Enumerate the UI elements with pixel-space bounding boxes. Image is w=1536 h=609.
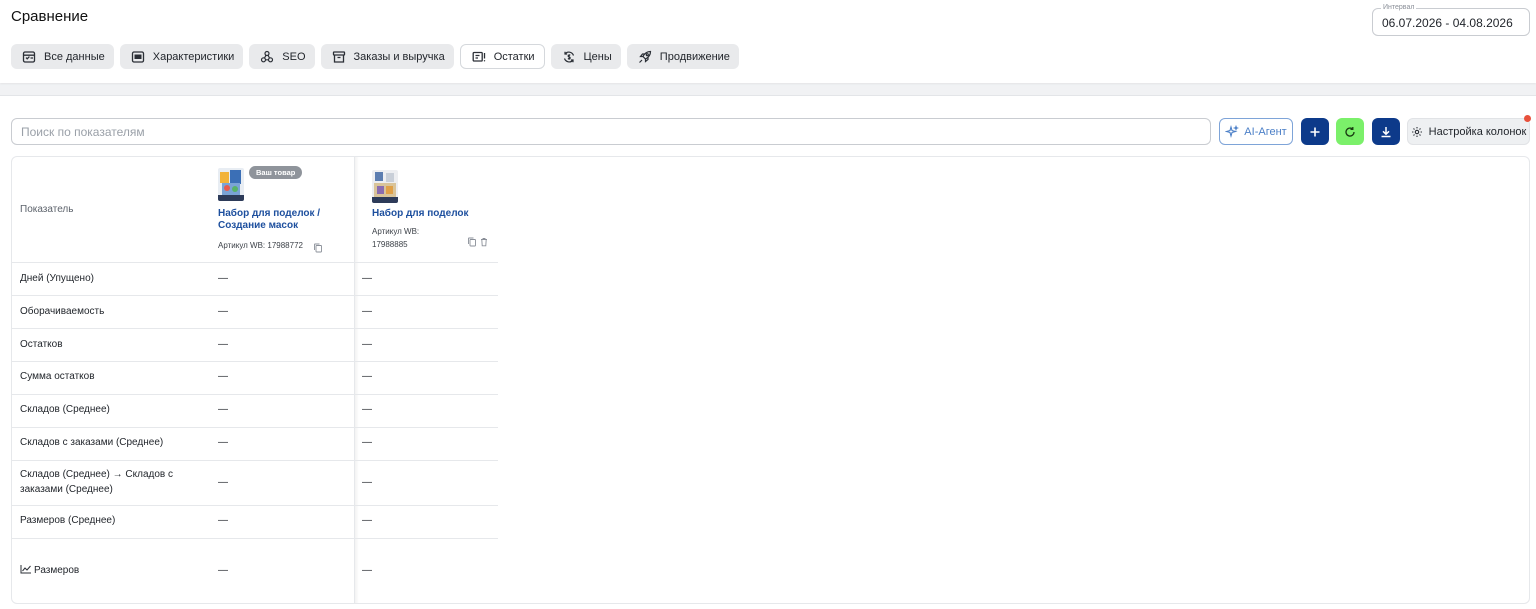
row-value: — bbox=[218, 565, 228, 576]
row-value: — bbox=[362, 515, 372, 526]
product-title-line: Создание масок bbox=[218, 220, 299, 231]
your-product-badge: Ваш товар bbox=[249, 166, 303, 179]
table-icon bbox=[22, 50, 36, 64]
row-label: Размеров bbox=[20, 563, 79, 578]
tab-promotion[interactable]: Продвижение bbox=[626, 44, 739, 69]
molecule-icon bbox=[260, 50, 274, 64]
tab-label: Заказы и выручка bbox=[353, 50, 445, 63]
row-label: Оборачиваемость bbox=[20, 306, 105, 317]
row-label: Складов (Среднее) bbox=[20, 404, 110, 415]
tab-all-data[interactable]: Все данные bbox=[11, 44, 114, 69]
price-refresh-icon bbox=[562, 50, 576, 64]
stock-alert-icon bbox=[472, 50, 486, 64]
tab-label: Все данные bbox=[44, 50, 105, 63]
row-label-line: Складов (Среднее) → Складов с bbox=[20, 469, 174, 480]
table-row: Размеров (Среднее) — — bbox=[12, 506, 498, 539]
tab-stocks[interactable]: Остатки bbox=[459, 44, 545, 69]
product-thumbnail[interactable] bbox=[372, 170, 398, 203]
download-button[interactable] bbox=[1372, 118, 1400, 145]
row-label: Дней (Упущено) bbox=[20, 273, 94, 284]
column-settings-label: Настройка колонок bbox=[1428, 125, 1527, 138]
row-value: — bbox=[218, 515, 228, 526]
copy-icon[interactable] bbox=[313, 240, 323, 253]
page-title: Сравнение bbox=[11, 8, 89, 25]
row-label: Размеров (Среднее) bbox=[20, 515, 116, 526]
row-label-line: заказами (Среднее) bbox=[20, 484, 113, 495]
tabs: Все данные Характеристики SEO Заказы и в… bbox=[11, 44, 745, 69]
table-row: Оборачиваемость — — bbox=[12, 296, 498, 329]
row-label: Складов (Среднее) → Складов с заказами (… bbox=[20, 467, 173, 497]
table-row: Складов (Среднее) — — bbox=[12, 395, 498, 428]
table-row: Складов с заказами (Среднее) — — bbox=[12, 428, 498, 461]
sparkle-icon bbox=[1225, 124, 1244, 139]
refresh-icon bbox=[1343, 125, 1357, 139]
interval-value: 06.07.2026 - 04.08.2026 bbox=[1382, 16, 1513, 30]
search-input[interactable] bbox=[11, 118, 1211, 145]
row-value: — bbox=[362, 371, 372, 382]
row-value: — bbox=[362, 437, 372, 448]
row-value: — bbox=[218, 371, 228, 382]
interval-picker[interactable]: Интервал 06.07.2026 - 04.08.2026 bbox=[1372, 3, 1530, 36]
table-row: Сумма остатков — — bbox=[12, 362, 498, 395]
row-value: — bbox=[218, 306, 228, 317]
add-product-button[interactable] bbox=[1301, 118, 1329, 145]
plus-icon bbox=[1308, 125, 1322, 139]
trash-icon[interactable] bbox=[479, 234, 489, 247]
row-value: — bbox=[362, 404, 372, 415]
row-value: — bbox=[362, 273, 372, 284]
ai-agent-button[interactable]: AI-Агент bbox=[1219, 118, 1293, 145]
row-label: Сумма остатков bbox=[20, 371, 95, 382]
table-row: Остатков — — bbox=[12, 329, 498, 362]
ai-agent-label: AI-Агент bbox=[1244, 125, 1287, 138]
row-value: — bbox=[362, 565, 372, 576]
product-article: Артикул WB: 17988772 bbox=[218, 241, 303, 250]
row-label-text: Размеров bbox=[34, 565, 80, 576]
refresh-button[interactable] bbox=[1336, 118, 1364, 145]
table-row: Размеров — — bbox=[12, 539, 498, 603]
product-thumbnail[interactable] bbox=[218, 168, 244, 201]
copy-icon[interactable] bbox=[467, 234, 477, 247]
table-row: Дней (Упущено) — — bbox=[12, 263, 498, 296]
gear-icon bbox=[1411, 126, 1429, 138]
header-indicator-label: Показатель bbox=[20, 204, 74, 215]
product-article: Артикул WB: 17988885 bbox=[372, 225, 419, 251]
row-value: — bbox=[218, 437, 228, 448]
box-icon bbox=[332, 50, 346, 64]
comparison-table: Показатель Ваш товар Набор для поделок /… bbox=[11, 156, 1530, 604]
product-title-link[interactable]: Набор для поделок bbox=[372, 208, 469, 220]
product-title-line: Набор для поделок / bbox=[218, 208, 321, 219]
row-label: Остатков bbox=[20, 339, 63, 350]
row-value: — bbox=[218, 404, 228, 415]
product-article-line: 17988885 bbox=[372, 240, 408, 249]
table-row: Складов (Среднее) → Складов с заказами (… bbox=[12, 461, 498, 506]
top-panel: Сравнение Интервал 06.07.2026 - 04.08.20… bbox=[0, 0, 1536, 83]
tab-prices[interactable]: Цены bbox=[550, 44, 621, 69]
tab-seo[interactable]: SEO bbox=[249, 44, 315, 69]
download-icon bbox=[1379, 125, 1393, 139]
tab-orders-revenue[interactable]: Заказы и выручка bbox=[320, 44, 454, 69]
card-icon bbox=[131, 50, 145, 64]
tab-label: Цены bbox=[583, 50, 612, 63]
rocket-icon bbox=[638, 50, 652, 64]
tab-label: Характеристики bbox=[152, 50, 235, 63]
column-settings-button[interactable]: Настройка колонок bbox=[1407, 118, 1530, 145]
line-chart-icon bbox=[20, 564, 32, 574]
product-title-link[interactable]: Набор для поделок / Создание масок bbox=[218, 208, 320, 232]
row-label: Складов с заказами (Среднее) bbox=[20, 437, 164, 448]
tab-characteristics[interactable]: Характеристики bbox=[119, 44, 244, 69]
row-value: — bbox=[218, 273, 228, 284]
main-panel: AI-Агент Настройка колонок Показатель bbox=[0, 95, 1536, 609]
tab-label: Остатки bbox=[493, 50, 535, 63]
notification-dot bbox=[1524, 115, 1531, 122]
row-value: — bbox=[362, 339, 372, 350]
tab-label: Продвижение bbox=[659, 50, 730, 63]
tab-label: SEO bbox=[282, 50, 306, 63]
row-value: — bbox=[362, 306, 372, 317]
table-header: Показатель Ваш товар Набор для поделок /… bbox=[12, 157, 498, 263]
interval-label: Интервал bbox=[1381, 3, 1417, 13]
row-value: — bbox=[362, 477, 372, 488]
row-value: — bbox=[218, 339, 228, 350]
product-article-line: Артикул WB: bbox=[372, 227, 420, 236]
row-value: — bbox=[218, 477, 228, 488]
